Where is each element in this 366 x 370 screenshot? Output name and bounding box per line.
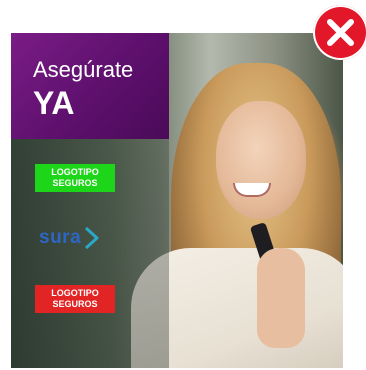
logo-red-label: LOGOTIPO SEGUROS: [51, 288, 99, 309]
close-x-icon: [327, 19, 354, 46]
headline-line2: YA: [33, 85, 75, 121]
sura-logo[interactable]: sura: [39, 226, 100, 250]
logo-green-label: LOGOTIPO SEGUROS: [51, 167, 99, 188]
sura-brand-text: sura: [39, 227, 82, 248]
insurance-ad-banner[interactable]: Asegúrate YA LOGOTIPO SEGUROS sura LOGOT…: [11, 33, 343, 368]
photo-hand: [257, 248, 305, 348]
logo-red-button[interactable]: LOGOTIPO SEGUROS: [35, 285, 115, 313]
sura-chevron-icon: [85, 226, 99, 250]
headline-box: Asegúrate YA: [11, 33, 169, 139]
close-button[interactable]: [313, 5, 366, 60]
headline-line1: Asegúrate: [33, 57, 134, 82]
logo-green-button[interactable]: LOGOTIPO SEGUROS: [35, 164, 115, 192]
photo-face: [216, 101, 306, 219]
